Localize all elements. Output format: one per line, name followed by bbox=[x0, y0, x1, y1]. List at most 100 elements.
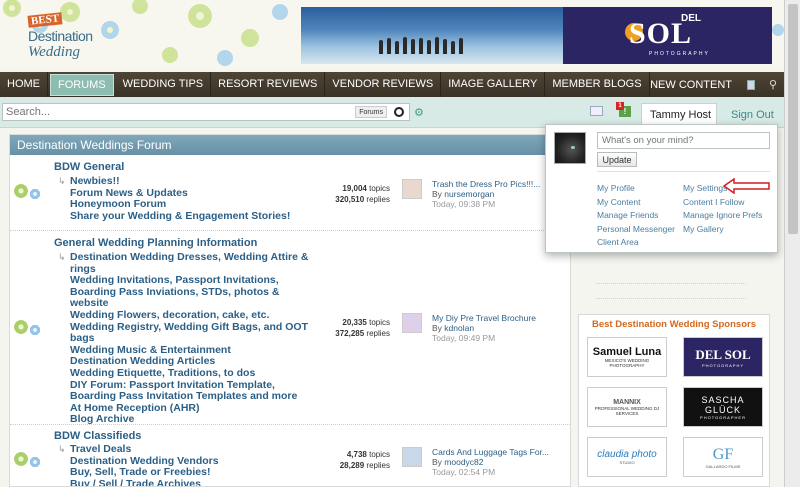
nav-forums[interactable]: FORUMS bbox=[50, 73, 114, 96]
subforum-link[interactable]: Newbies!! bbox=[70, 175, 310, 188]
nav-wedding-tips[interactable]: WEDDING TIPS bbox=[116, 72, 212, 97]
subforum-link[interactable]: Wedding Etiquette, Traditions, to dos bbox=[70, 367, 310, 380]
topic-count: 20,335 bbox=[342, 318, 367, 327]
page-scrollbar[interactable] bbox=[784, 0, 800, 487]
menu-my-content[interactable]: My Content bbox=[597, 197, 640, 207]
forum-list: Destination Weddings Forum BDW General N… bbox=[9, 134, 571, 487]
search-scope[interactable]: Forums bbox=[355, 106, 387, 118]
mail-icon[interactable] bbox=[590, 106, 603, 116]
menu-content-i-follow[interactable]: Content I Follow bbox=[683, 197, 744, 207]
menu-personal-messenger[interactable]: Personal Messenger bbox=[597, 224, 675, 234]
nav-home[interactable]: HOME bbox=[0, 72, 48, 97]
menu-my-gallery[interactable]: My Gallery bbox=[683, 224, 724, 234]
red-arrow-annotation-icon bbox=[722, 178, 770, 194]
notifications-icon[interactable]: ! 1 bbox=[616, 102, 632, 118]
forum-category: BDW General Newbies!! Forum News & Updat… bbox=[10, 155, 570, 231]
sponsor-tag: PHOTOGRAPHY bbox=[701, 362, 745, 368]
beach-banner-image[interactable] bbox=[301, 7, 563, 64]
last-post-title[interactable]: Cards And Luggage Tags For... bbox=[432, 447, 570, 457]
sponsor-mannix[interactable]: MANNIX PROFESSIONAL WEDDING DJ SERVICES bbox=[587, 387, 667, 427]
search-icon[interactable] bbox=[391, 105, 407, 119]
site-logo[interactable]: BEST Destination Wedding bbox=[10, 12, 120, 64]
map-pin-icon[interactable]: ⚲ bbox=[762, 72, 784, 97]
category-stats: 20,335 topics 372,285 replies bbox=[310, 317, 390, 339]
subforum-link[interactable]: Wedding Flowers, decoration, cake, etc. bbox=[70, 309, 310, 322]
sponsor-name: GF bbox=[712, 445, 734, 463]
sponsor-name: claudia photo bbox=[597, 449, 657, 460]
sponsor-name: Samuel Luna bbox=[592, 346, 662, 358]
menu-client-area[interactable]: Client Area bbox=[597, 237, 639, 247]
update-button[interactable]: Update bbox=[597, 152, 637, 167]
category-title[interactable]: BDW Classifieds bbox=[54, 430, 141, 442]
last-post-title[interactable]: My Diy Pre Travel Brochure bbox=[432, 313, 570, 323]
topic-count: 4,738 bbox=[346, 450, 367, 459]
main-nav: HOME FORUMS WEDDING TIPS RESORT REVIEWS … bbox=[0, 72, 784, 97]
topics-label: topics bbox=[369, 184, 390, 193]
avatar[interactable] bbox=[554, 132, 586, 164]
nav-member-blogs[interactable]: MEMBER BLOGS bbox=[545, 72, 650, 97]
sponsor-name: MANNIX bbox=[613, 398, 641, 406]
last-post-author[interactable]: nursemorgan bbox=[444, 189, 494, 199]
menu-my-settings[interactable]: My Settings bbox=[683, 183, 727, 193]
search-input[interactable] bbox=[3, 104, 353, 120]
by-label: By bbox=[432, 457, 442, 467]
forum-category: General Wedding Planning Information Des… bbox=[10, 231, 570, 425]
flower-status-icon bbox=[13, 451, 47, 471]
scrollbar-thumb[interactable] bbox=[788, 4, 798, 234]
last-post-author[interactable]: moodyc82 bbox=[444, 457, 483, 467]
menu-manage-ignore-prefs[interactable]: Manage Ignore Prefs bbox=[683, 210, 762, 220]
decorative-divider bbox=[596, 283, 746, 299]
sponsor-sascha-gluck[interactable]: SASCHA GLÜCK PHOTOGRAPHER bbox=[683, 387, 763, 427]
nav-vendor-reviews[interactable]: VENDOR REVIEWS bbox=[325, 72, 442, 97]
menu-divider bbox=[597, 171, 770, 172]
logo-wedding: Wedding bbox=[28, 44, 80, 60]
topic-count: 19,004 bbox=[342, 184, 367, 193]
subforum-link[interactable]: Wedding Registry, Wedding Gift Bags, and… bbox=[70, 321, 310, 345]
replies-label: replies bbox=[366, 195, 390, 204]
gear-icon[interactable]: ⚙ bbox=[414, 106, 424, 119]
sign-out-link[interactable]: Sign Out bbox=[731, 109, 774, 121]
avatar[interactable] bbox=[402, 179, 422, 199]
delsol-banner-ad[interactable]: SOL DEL PHOTOGRAPHY bbox=[563, 7, 772, 64]
nav-image-gallery[interactable]: IMAGE GALLERY bbox=[441, 72, 546, 97]
sponsor-gallardo-films[interactable]: GF GALLARDO FILMS bbox=[683, 437, 763, 477]
replies-label: replies bbox=[366, 461, 390, 470]
user-name: Tammy Host bbox=[650, 109, 712, 121]
category-title[interactable]: General Wedding Planning Information bbox=[54, 237, 257, 249]
subforum-arrow-icon: ↳ bbox=[58, 444, 66, 454]
forum-header: Destination Weddings Forum bbox=[10, 135, 570, 155]
notification-count: 1 bbox=[616, 102, 624, 110]
sponsor-name: DEL SOL bbox=[695, 346, 751, 362]
sponsors-title: Best Destination Wedding Sponsors bbox=[592, 319, 756, 330]
subforum-link[interactable]: Destination Wedding Dresses, Wedding Att… bbox=[70, 251, 310, 275]
menu-my-profile[interactable]: My Profile bbox=[597, 183, 635, 193]
sponsor-tag: PHOTOGRAPHER bbox=[700, 414, 746, 420]
avatar[interactable] bbox=[402, 447, 422, 467]
sponsor-samuel-luna[interactable]: Samuel Luna MEXICO'S WEDDING PHOTOGRAPHY bbox=[587, 337, 667, 377]
flower-status-icon bbox=[13, 183, 47, 203]
subforum-link[interactable]: Share your Wedding & Engagement Stories! bbox=[70, 210, 310, 223]
topics-label: topics bbox=[369, 450, 390, 459]
sponsor-name: SASCHA GLÜCK bbox=[701, 394, 745, 415]
last-post-author[interactable]: kdnolan bbox=[444, 323, 474, 333]
reply-count: 372,285 bbox=[335, 329, 365, 338]
subforum-link[interactable]: Wedding Invitations, Passport Invitation… bbox=[70, 274, 310, 310]
delsol-del: DEL bbox=[681, 13, 701, 24]
delsol-photography: PHOTOGRAPHY bbox=[649, 51, 710, 57]
subforum-link[interactable]: DIY Forum: Passport Invitation Template,… bbox=[70, 379, 310, 403]
subforum-link[interactable]: Buy / Sell / Trade Archives bbox=[70, 478, 310, 486]
nav-new-content[interactable]: NEW CONTENT bbox=[642, 79, 740, 91]
avatar[interactable] bbox=[402, 313, 422, 333]
forum-category: BDW Classifieds Travel Deals Destination… bbox=[10, 425, 570, 486]
sponsor-delsol[interactable]: DEL SOL PHOTOGRAPHY bbox=[683, 337, 763, 377]
nav-resort-reviews[interactable]: RESORT REVIEWS bbox=[211, 72, 326, 97]
status-update-input[interactable] bbox=[597, 132, 770, 149]
sponsor-claudia-photo[interactable]: claudia photo STUDIO bbox=[587, 437, 667, 477]
menu-manage-friends[interactable]: Manage Friends bbox=[597, 210, 658, 220]
by-label: By bbox=[432, 323, 442, 333]
replies-label: replies bbox=[366, 329, 390, 338]
category-title[interactable]: BDW General bbox=[54, 161, 124, 173]
flower-status-icon bbox=[13, 319, 47, 339]
subforum-link[interactable]: Travel Deals bbox=[70, 443, 310, 456]
rss-icon[interactable] bbox=[740, 72, 762, 97]
